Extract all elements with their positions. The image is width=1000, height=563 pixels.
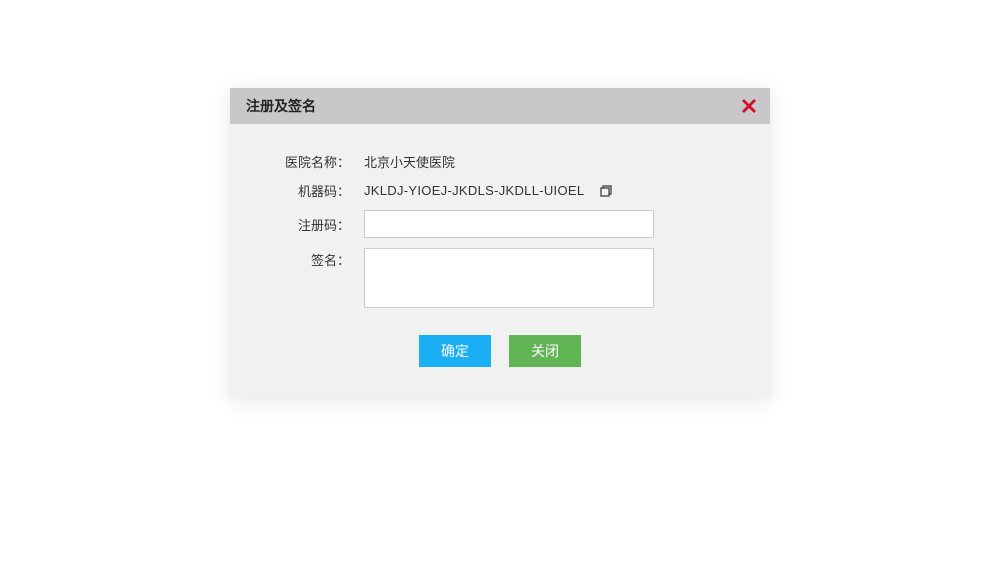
hospital-row: 医院名称： 北京小天使医院 — [270, 152, 730, 171]
close-button[interactable]: 关闭 — [509, 335, 581, 367]
registration-code-row: 注册码： — [270, 210, 730, 238]
hospital-value-wrap: 北京小天使医院 — [350, 152, 730, 171]
hospital-label: 医院名称： — [270, 152, 350, 171]
registration-code-input-wrap — [364, 210, 730, 238]
dialog-body: 医院名称： 北京小天使医院 机器码： JKLDJ-YIOEJ-JKDLS-JKD… — [230, 124, 770, 397]
signature-label: 签名： — [270, 248, 350, 269]
machine-value-wrap: JKLDJ-YIOEJ-JKDLS-JKDLL-UIOEL — [350, 183, 730, 199]
machine-value: JKLDJ-YIOEJ-JKDLS-JKDLL-UIOEL — [364, 183, 584, 198]
confirm-button[interactable]: 确定 — [419, 335, 491, 367]
copy-icon[interactable] — [598, 183, 614, 199]
dialog-header: 注册及签名 — [230, 88, 770, 124]
dialog-footer: 确定 关闭 — [270, 323, 730, 371]
machine-label: 机器码： — [270, 181, 350, 200]
signature-input-wrap — [364, 248, 730, 313]
registration-dialog: 注册及签名 医院名称： 北京小天使医院 机器码： JKLDJ-YIOEJ-JKD… — [230, 88, 770, 397]
machine-row: 机器码： JKLDJ-YIOEJ-JKDLS-JKDLL-UIOEL — [270, 181, 730, 200]
hospital-value: 北京小天使医院 — [364, 152, 455, 171]
signature-row: 签名： — [270, 248, 730, 313]
dialog-title: 注册及签名 — [246, 96, 316, 116]
signature-input[interactable] — [364, 248, 654, 308]
registration-code-input[interactable] — [364, 210, 654, 238]
close-icon[interactable] — [740, 97, 758, 115]
registration-code-label: 注册码： — [270, 215, 350, 234]
